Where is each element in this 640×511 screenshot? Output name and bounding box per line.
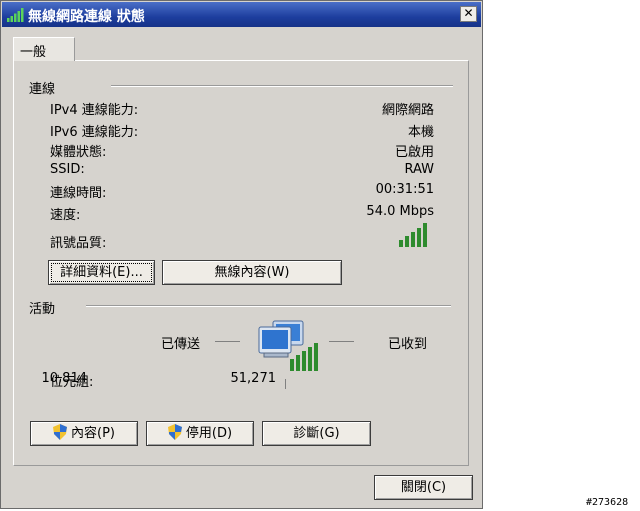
received-line bbox=[329, 341, 354, 342]
status-dialog: 無線網路連線 狀態 ✕ 一般 連線 IPv4 連線能力: 網際網路 IPv6 連… bbox=[0, 0, 483, 509]
activity-separator bbox=[86, 305, 451, 307]
disable-label: 停用(D) bbox=[185, 426, 233, 441]
signal-bar-5 bbox=[423, 223, 427, 247]
connection-heading: 連線 bbox=[29, 82, 56, 97]
bytes-sent-value: 10,814 bbox=[41, 371, 88, 386]
sent-line bbox=[215, 341, 240, 342]
uac-shield-icon bbox=[167, 424, 182, 440]
tab-label: 一般 bbox=[20, 45, 47, 60]
sent-label: 已傳送 bbox=[161, 337, 201, 352]
close-icon[interactable]: ✕ bbox=[460, 6, 477, 22]
signal-quality-icon bbox=[399, 223, 427, 247]
ssid-label: SSID: bbox=[50, 162, 85, 177]
title-bar[interactable]: 無線網路連線 狀態 ✕ bbox=[2, 2, 481, 27]
wireless-properties-button[interactable]: 無線內容(W) bbox=[162, 260, 342, 285]
diagnose-button[interactable]: 診斷(G) bbox=[262, 421, 371, 446]
properties-button[interactable]: 內容(P) bbox=[30, 421, 138, 446]
image-id-label: #273628 bbox=[586, 497, 629, 508]
network-computers-icon bbox=[258, 320, 318, 371]
received-label: 已收到 bbox=[388, 337, 428, 352]
connection-separator bbox=[111, 85, 453, 87]
signal-bar-1 bbox=[399, 240, 403, 247]
signal-bar-3 bbox=[411, 232, 415, 247]
details-button[interactable]: 詳細資料(E)... bbox=[48, 260, 155, 285]
media-state-label: 媒體狀態: bbox=[50, 145, 107, 160]
signal-bar-4 bbox=[417, 228, 421, 247]
signal-quality-label: 訊號品質: bbox=[50, 236, 107, 251]
speed-value: 54.0 Mbps bbox=[366, 204, 434, 219]
disable-button[interactable]: 停用(D) bbox=[146, 421, 254, 446]
ipv6-label: IPv6 連線能力: bbox=[50, 125, 139, 140]
bytes-received-value: 51,271 bbox=[230, 371, 277, 386]
signal-strength-icon bbox=[7, 8, 24, 22]
ipv4-value: 網際網路 bbox=[381, 103, 434, 118]
activity-heading: 活動 bbox=[29, 302, 56, 317]
activity-tick bbox=[285, 379, 286, 389]
uac-shield-icon bbox=[53, 424, 67, 440]
tab-general[interactable]: 一般 bbox=[13, 37, 75, 61]
media-state-value: 已啟用 bbox=[394, 145, 434, 160]
speed-label: 速度: bbox=[50, 208, 81, 223]
close-button[interactable]: 關閉(C) bbox=[374, 475, 473, 500]
ipv4-label: IPv4 連線能力: bbox=[50, 103, 139, 118]
ssid-value: RAW bbox=[404, 162, 434, 177]
properties-label: 內容(P) bbox=[71, 426, 115, 441]
window-title: 無線網路連線 狀態 bbox=[28, 9, 145, 25]
duration-value: 00:31:51 bbox=[375, 182, 434, 197]
duration-label: 連線時間: bbox=[50, 186, 107, 201]
ipv6-value: 本機 bbox=[407, 125, 434, 140]
signal-bar-2 bbox=[405, 236, 409, 247]
